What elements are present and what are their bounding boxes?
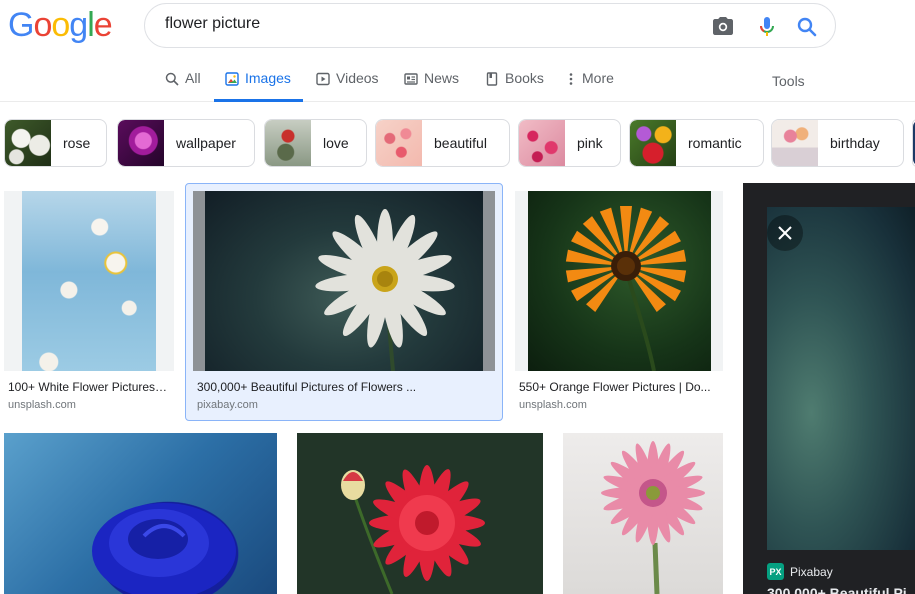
result-image <box>297 433 543 594</box>
red-dahlia-illustration <box>341 465 485 594</box>
image-result[interactable]: 300,000+ Beautiful Pictures of Flowers .… <box>193 191 495 416</box>
tab-label: Videos <box>336 70 379 86</box>
image-result[interactable] <box>4 433 277 594</box>
chip-beautiful[interactable]: beautiful <box>375 119 510 167</box>
preview-image[interactable] <box>767 207 915 550</box>
microphone-icon[interactable] <box>755 15 779 39</box>
image-result[interactable]: 100+ White Flower Pictures… unsplash.com <box>4 191 174 416</box>
chip-pink[interactable]: pink <box>518 119 621 167</box>
close-icon <box>778 226 792 240</box>
preview-source-name: Pixabay <box>790 564 833 579</box>
result-source: unsplash.com <box>8 399 76 411</box>
chip-thumbnail <box>118 120 164 166</box>
chip-thumbnail <box>772 120 818 166</box>
tab-label: News <box>424 70 460 86</box>
chip-label: beautiful <box>434 135 487 151</box>
photo <box>528 191 711 371</box>
play-icon <box>316 72 330 86</box>
image-result[interactable] <box>297 433 543 594</box>
tab-label: Books <box>505 70 544 86</box>
image-preview-panel: PX Pixabay 300,000+ Beautiful Pi <box>743 183 915 594</box>
tab-news[interactable]: News <box>404 70 459 102</box>
chip-birthday[interactable]: birthday <box>771 119 904 167</box>
search-icon[interactable] <box>795 15 819 39</box>
tab-label: All <box>185 70 201 86</box>
search-box[interactable] <box>144 3 836 48</box>
image-result[interactable]: 550+ Orange Flower Pictures | Do... unsp… <box>515 191 723 416</box>
camera-icon[interactable] <box>711 15 735 39</box>
tab-more[interactable]: More <box>568 70 614 102</box>
photo <box>22 191 156 371</box>
photo <box>205 191 483 371</box>
chip-label: wallpaper <box>176 135 236 151</box>
chip-thumbnail <box>376 120 422 166</box>
orange-flower-illustration <box>565 206 687 371</box>
chip-label: love <box>323 135 349 151</box>
image-result[interactable] <box>563 433 723 594</box>
result-title: 100+ White Flower Pictures… <box>8 380 168 394</box>
chip-thumbnail <box>630 120 676 166</box>
result-title: 300,000+ Beautiful Pictures of Flowers .… <box>197 380 417 394</box>
pixabay-logo: PX <box>767 563 784 580</box>
result-title: 550+ Orange Flower Pictures | Do... <box>519 380 711 394</box>
tab-label: More <box>582 70 614 86</box>
more-vertical-icon <box>569 73 573 85</box>
tab-all[interactable]: All <box>165 70 201 102</box>
book-icon <box>486 72 498 86</box>
chip-label: pink <box>577 135 603 151</box>
tab-videos[interactable]: Videos <box>316 70 379 102</box>
result-image <box>515 191 723 371</box>
result-image <box>4 191 174 371</box>
result-image <box>563 433 723 594</box>
preview-title[interactable]: 300,000+ Beautiful Pi <box>767 585 907 594</box>
pink-gerbera-illustration <box>601 441 705 594</box>
result-image <box>4 433 277 594</box>
result-source: unsplash.com <box>519 399 587 411</box>
chip-label: rose <box>63 135 91 151</box>
search-tabs: All Images Videos News Books More Tools <box>0 56 915 102</box>
preview-source[interactable]: PX Pixabay <box>767 563 833 580</box>
result-image <box>193 191 495 371</box>
close-preview-button[interactable] <box>767 215 803 251</box>
chip-label: birthday <box>830 135 880 151</box>
chip-thumbnail <box>265 120 311 166</box>
google-logo[interactable]: Google <box>8 7 113 43</box>
chip-label: romantic <box>688 135 742 151</box>
search-icon <box>165 72 179 86</box>
search-input[interactable] <box>165 15 685 33</box>
news-icon <box>404 73 418 85</box>
tab-images[interactable]: Images <box>214 70 303 102</box>
daisy-illustration <box>315 209 455 371</box>
tools-button[interactable]: Tools <box>772 73 805 89</box>
tab-books[interactable]: Books <box>485 70 544 102</box>
blue-rose-illustration <box>92 503 236 594</box>
chip-rose[interactable]: rose <box>4 119 107 167</box>
chip-romantic[interactable]: romantic <box>629 119 764 167</box>
chip-wallpaper[interactable]: wallpaper <box>117 119 255 167</box>
image-icon <box>225 72 239 86</box>
tab-label: Images <box>245 70 291 86</box>
chip-love[interactable]: love <box>264 119 367 167</box>
result-source: pixabay.com <box>197 399 258 411</box>
chip-thumbnail <box>519 120 565 166</box>
chip-thumbnail <box>5 120 51 166</box>
